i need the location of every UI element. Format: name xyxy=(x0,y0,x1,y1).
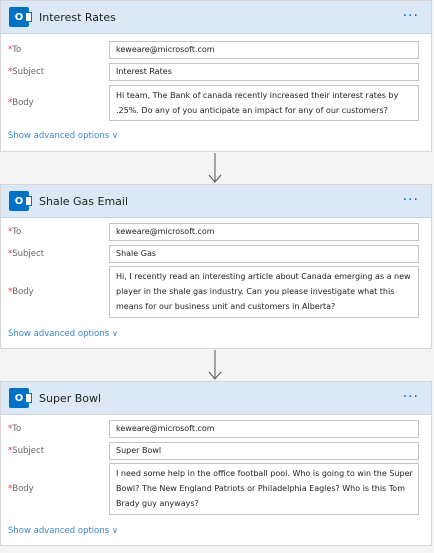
outlook-icon: O xyxy=(9,191,32,211)
card-title: Interest Rates xyxy=(39,10,116,24)
subject-field[interactable]: Super Bowl xyxy=(109,442,419,460)
to-label: *To xyxy=(8,424,22,434)
subject-field[interactable]: Interest Rates xyxy=(109,63,419,81)
card-title: Super Bowl xyxy=(39,391,102,405)
down-arrow-icon xyxy=(208,153,222,183)
action-card-super-bowl: O Super Bowl ··· *To keweare@microsoft.c… xyxy=(0,381,432,546)
more-options-icon[interactable]: ··· xyxy=(403,389,419,405)
to-label: *To xyxy=(8,227,22,237)
down-arrow-icon xyxy=(208,350,222,380)
body-label: *Body xyxy=(8,287,34,297)
to-field[interactable]: keweare@microsoft.com xyxy=(109,41,419,59)
to-field[interactable]: keweare@microsoft.com xyxy=(109,420,419,438)
card-header[interactable]: O Interest Rates ··· xyxy=(1,1,431,34)
body-field[interactable]: Hi, I recently read an interesting artic… xyxy=(109,266,419,318)
body-label: *Body xyxy=(8,484,34,494)
body-field[interactable]: Hi team, The Bank of canada recently inc… xyxy=(109,85,419,121)
card-header[interactable]: O Super Bowl ··· xyxy=(1,382,431,415)
to-label: *To xyxy=(8,45,22,55)
subject-label: *Subject xyxy=(8,446,45,456)
show-advanced-options-link[interactable]: Show advanced options ∨ xyxy=(8,131,118,141)
more-options-icon[interactable]: ··· xyxy=(403,192,419,208)
subject-field[interactable]: Shale Gas xyxy=(109,245,419,263)
outlook-icon: O xyxy=(9,7,32,27)
action-card-interest-rates: O Interest Rates ··· *To keweare@microso… xyxy=(0,0,432,152)
card-title: Shale Gas Email xyxy=(39,194,129,208)
show-advanced-options-link[interactable]: Show advanced options ∨ xyxy=(8,329,118,339)
body-label: *Body xyxy=(8,98,34,108)
subject-label: *Subject xyxy=(8,249,45,259)
show-advanced-options-link[interactable]: Show advanced options ∨ xyxy=(8,526,118,536)
body-field[interactable]: I need some help in the office football … xyxy=(109,463,419,515)
more-options-icon[interactable]: ··· xyxy=(403,8,419,24)
action-card-shale-gas: O Shale Gas Email ··· *To keweare@micros… xyxy=(0,184,432,349)
outlook-icon: O xyxy=(9,388,32,408)
card-header[interactable]: O Shale Gas Email ··· xyxy=(1,185,431,218)
to-field[interactable]: keweare@microsoft.com xyxy=(109,223,419,241)
subject-label: *Subject xyxy=(8,67,45,77)
